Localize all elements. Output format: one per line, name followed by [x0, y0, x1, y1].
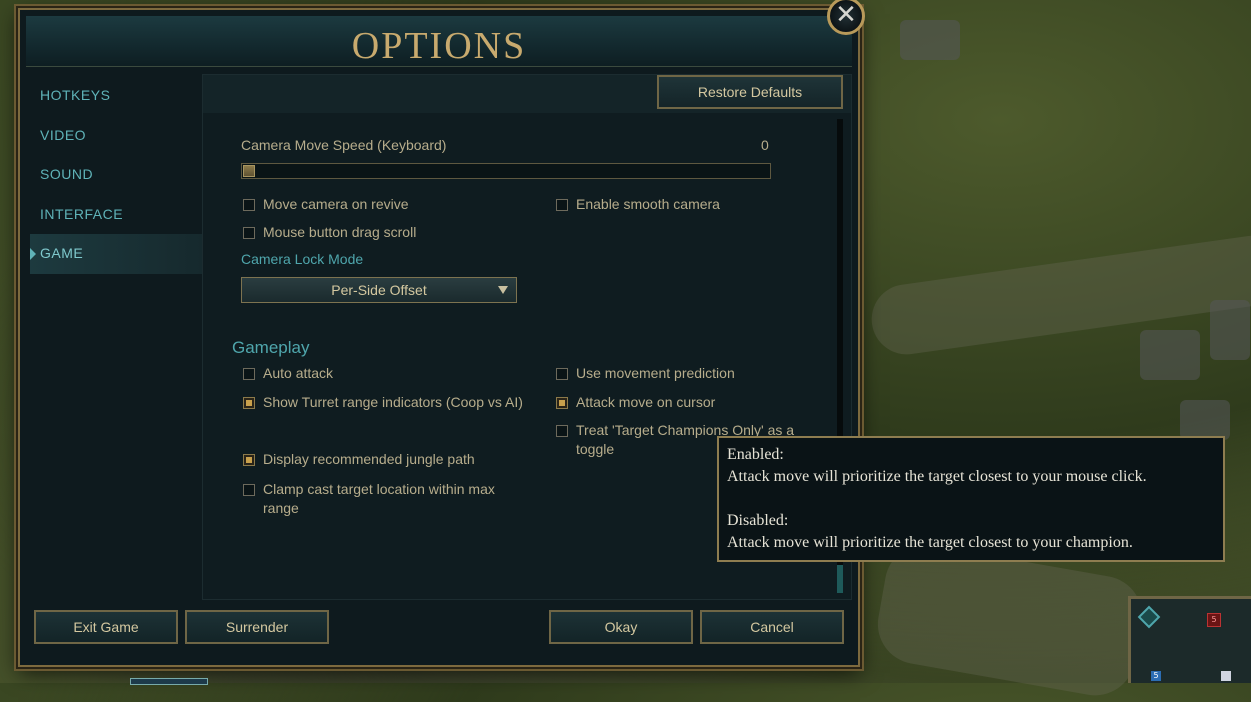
attack-move-tooltip: Enabled: Attack move will prioritize the… [717, 436, 1225, 562]
sidebar-item-video[interactable]: VIDEO [30, 116, 202, 156]
tooltip-disabled-title: Disabled: [727, 512, 789, 529]
checkbox-label: Auto attack [263, 365, 334, 381]
checkbox-box[interactable] [243, 454, 255, 466]
checkbox-box[interactable] [243, 368, 255, 380]
tooltip-enabled-title: Enabled: [727, 446, 784, 463]
checkbox-enable-smooth-camera[interactable]: Enable smooth camera [556, 195, 720, 214]
hud-strip-icon [130, 678, 208, 685]
chevron-down-icon [498, 286, 508, 294]
minimap-ally-icon: 5 [1151, 671, 1161, 681]
camera-speed-slider-handle[interactable] [243, 165, 255, 177]
minimap-ping-icon[interactable] [1137, 605, 1161, 629]
sidebar-item-sound[interactable]: SOUND [30, 155, 202, 195]
checkbox-display-jungle-path[interactable]: Display recommended jungle path [243, 450, 533, 469]
checkbox-attack-move-on-cursor[interactable]: Attack move on cursor [556, 393, 826, 412]
exit-game-button[interactable]: Exit Game [34, 610, 178, 644]
scrollbar-thumb[interactable] [837, 565, 843, 593]
checkbox-clamp-cast-target[interactable]: Clamp cast target location within max ra… [243, 480, 533, 518]
restore-defaults-button[interactable]: Restore Defaults [657, 75, 843, 109]
minimap-corner-text: 5 [1153, 671, 1159, 680]
gameplay-heading: Gameplay [232, 338, 310, 357]
sidebar-item-hotkeys[interactable]: HOTKEYS [30, 76, 202, 116]
terrain-rock [1210, 300, 1250, 360]
tooltip-enabled-text: Attack move will prioritize the target c… [727, 468, 1147, 485]
checkbox-box[interactable] [556, 397, 568, 409]
terrain-rock [1140, 330, 1200, 380]
sidebar-item-game[interactable]: GAME [30, 234, 202, 274]
checkbox-label: Attack move on cursor [576, 394, 716, 410]
checkbox-label: Use movement prediction [576, 365, 735, 381]
checkbox-label: Show Turret range indicators (Coop vs AI… [263, 394, 523, 410]
checkbox-label: Mouse button drag scroll [263, 224, 417, 240]
terrain-rock [1180, 400, 1230, 440]
minimap[interactable]: 5 5 [1128, 596, 1251, 683]
camera-speed-label: Camera Move Speed (Keyboard) [241, 137, 447, 153]
checkbox-label: Clamp cast target location within max ra… [263, 481, 495, 516]
content-header: Restore Defaults [203, 75, 851, 113]
sidebar: HOTKEYS VIDEO SOUND INTERFACE GAME [30, 76, 202, 274]
checkbox-box[interactable] [243, 397, 255, 409]
checkbox-use-movement-prediction[interactable]: Use movement prediction [556, 364, 826, 383]
checkbox-label: Move camera on revive [263, 196, 409, 212]
checkbox-box[interactable] [556, 425, 568, 437]
tooltip-disabled-text: Attack move will prioritize the target c… [727, 534, 1133, 551]
terrain-rock [900, 20, 960, 60]
title-bar: OPTIONS [26, 16, 852, 67]
checkbox-box[interactable] [243, 199, 255, 211]
window-title: OPTIONS [351, 25, 527, 67]
options-window: OPTIONS HOTKEYS VIDEO SOUND INTERFACE GA… [18, 8, 860, 667]
checkbox-show-turret-range[interactable]: Show Turret range indicators (Coop vs AI… [243, 393, 533, 412]
camera-lock-mode-dropdown[interactable]: Per-Side Offset [241, 277, 517, 303]
terrain-path [871, 538, 1149, 702]
okay-button[interactable]: Okay [549, 610, 693, 644]
checkbox-mouse-button-drag-scroll[interactable]: Mouse button drag scroll [243, 223, 416, 242]
checkbox-box[interactable] [243, 484, 255, 496]
minimap-champion-icon [1221, 671, 1231, 681]
checkbox-label: Display recommended jungle path [263, 451, 475, 467]
surrender-button[interactable]: Surrender [185, 610, 329, 644]
checkbox-box[interactable] [243, 227, 255, 239]
checkbox-auto-attack[interactable]: Auto attack [243, 364, 533, 383]
camera-speed-slider[interactable] [241, 163, 771, 179]
sidebar-item-interface[interactable]: INTERFACE [30, 195, 202, 235]
checkbox-box[interactable] [556, 199, 568, 211]
minimap-marker-text: 5 [1211, 615, 1217, 624]
dropdown-selected-value: Per-Side Offset [331, 282, 427, 298]
camera-lock-mode-label: Camera Lock Mode [241, 251, 364, 267]
checkbox-move-camera-on-revive[interactable]: Move camera on revive [243, 195, 409, 214]
checkbox-box[interactable] [556, 368, 568, 380]
cancel-button[interactable]: Cancel [700, 610, 844, 644]
camera-speed-value: 0 [761, 137, 769, 153]
checkbox-label: Enable smooth camera [576, 196, 720, 212]
minimap-marker-icon: 5 [1207, 613, 1221, 627]
